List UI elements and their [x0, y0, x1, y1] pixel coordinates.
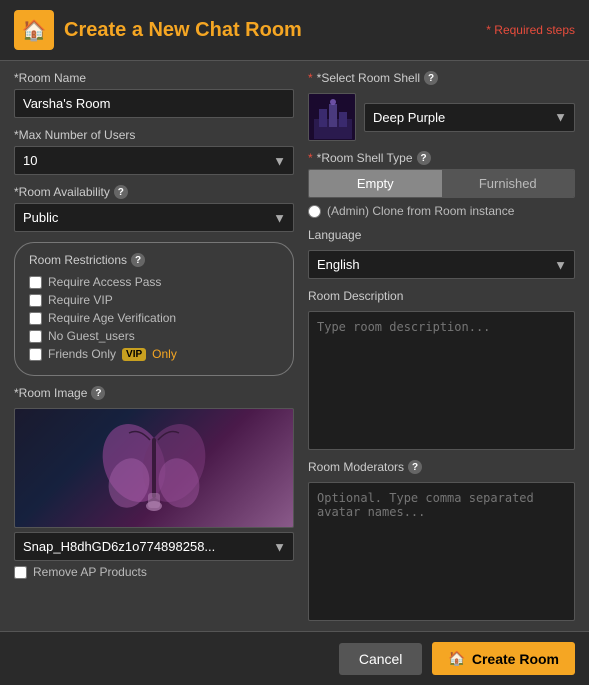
dialog-title: Create a New Chat Room — [64, 19, 302, 42]
shell-select-wrapper: Deep Purple ▼ — [364, 103, 575, 132]
room-moderators-section: Room Moderators ? — [308, 460, 575, 621]
restriction-friends-only-checkbox[interactable] — [29, 348, 42, 361]
select-room-shell-section: **Select Room Shell ? — [308, 71, 575, 141]
restriction-access-pass-checkbox[interactable] — [29, 276, 42, 289]
room-availability-select[interactable]: Public Private Friends Only — [14, 203, 294, 232]
required-note: * Required steps — [486, 23, 575, 37]
left-column: *Room Name *Max Number of Users 10 5 15 … — [14, 71, 294, 621]
dialog-body: *Room Name *Max Number of Users 10 5 15 … — [0, 61, 589, 631]
restriction-friends-only-label: Friends Only — [48, 347, 116, 361]
room-shell-type-section: **Room Shell Type ? Empty Furnished (Adm… — [308, 151, 575, 218]
butterfly-decoration — [94, 418, 214, 518]
restriction-access-pass-row: Require Access Pass — [29, 275, 279, 289]
restriction-vip-checkbox[interactable] — [29, 294, 42, 307]
vip-badge: VIP — [122, 348, 146, 361]
language-select[interactable]: English — [308, 250, 575, 279]
language-label: Language — [308, 228, 575, 242]
cancel-button[interactable]: Cancel — [339, 643, 423, 675]
room-availability-field: *Room Availability ? Public Private Frie… — [14, 185, 294, 232]
room-moderators-help-icon[interactable]: ? — [408, 460, 422, 474]
max-users-label: *Max Number of Users — [14, 128, 294, 142]
shell-type-empty-btn[interactable]: Empty — [309, 170, 442, 197]
room-image-label: *Room Image ? — [14, 386, 294, 400]
shell-select-row: Deep Purple ▼ — [308, 93, 575, 141]
room-image-section: *Room Image ? — [14, 386, 294, 621]
room-image-preview — [14, 408, 294, 528]
room-availability-label: *Room Availability ? — [14, 185, 294, 199]
room-description-section: Room Description — [308, 289, 575, 450]
room-availability-help-icon[interactable]: ? — [114, 185, 128, 199]
remove-ap-label: Remove AP Products — [33, 565, 147, 579]
create-room-button[interactable]: 🏠 Create Room — [432, 642, 575, 675]
dialog-header: 🏠 Create a New Chat Room * Required step… — [0, 0, 589, 61]
language-select-wrapper: English ▼ — [308, 250, 575, 279]
restriction-vip-row: Require VIP — [29, 293, 279, 307]
room-name-input[interactable] — [14, 89, 294, 118]
restriction-friends-only-row: Friends Only VIP Only — [29, 347, 279, 361]
room-moderators-textarea[interactable] — [308, 482, 575, 621]
restriction-age-checkbox[interactable] — [29, 312, 42, 325]
restriction-no-guest-row: No Guest_users — [29, 329, 279, 343]
max-users-select[interactable]: 10 5 15 20 25 50 — [14, 146, 294, 175]
room-description-textarea[interactable] — [308, 311, 575, 450]
create-room-dialog: 🏠 Create a New Chat Room * Required step… — [0, 0, 589, 685]
create-room-label: Create Room — [472, 651, 559, 667]
create-room-icon: 🏠 — [448, 650, 465, 667]
room-restrictions-box: Room Restrictions ? Require Access Pass … — [14, 242, 294, 376]
restriction-access-pass-label: Require Access Pass — [48, 275, 161, 289]
restrictions-help-icon[interactable]: ? — [131, 253, 145, 267]
restrictions-title: Room Restrictions ? — [29, 253, 279, 267]
restriction-no-guest-label: No Guest_users — [48, 329, 135, 343]
room-availability-select-wrapper: Public Private Friends Only ▼ — [14, 203, 294, 232]
room-description-label: Room Description — [308, 289, 575, 303]
house-icon: 🏠 — [14, 10, 54, 50]
restriction-age-label: Require Age Verification — [48, 311, 176, 325]
clone-row: (Admin) Clone from Room instance — [308, 204, 575, 218]
restriction-age-row: Require Age Verification — [29, 311, 279, 325]
clone-radio[interactable] — [308, 205, 321, 218]
right-column: **Select Room Shell ? — [308, 71, 575, 621]
shell-thumbnail-svg — [309, 94, 356, 141]
room-image-help-icon[interactable]: ? — [91, 386, 105, 400]
select-room-shell-label: **Select Room Shell ? — [308, 71, 575, 85]
shell-select[interactable]: Deep Purple — [364, 103, 575, 132]
room-shell-type-help-icon[interactable]: ? — [417, 151, 431, 165]
shell-type-toggle: Empty Furnished — [308, 169, 575, 198]
room-name-label: *Room Name — [14, 71, 294, 85]
room-image-file-select-wrapper: Snap_H8dhGD6z1o774898258... ▼ — [14, 532, 294, 561]
room-shell-type-label: **Room Shell Type ? — [308, 151, 575, 165]
select-room-shell-help-icon[interactable]: ? — [424, 71, 438, 85]
room-image-file-wrapper: Snap_H8dhGD6z1o774898258... ▼ — [14, 532, 294, 561]
shell-type-furnished-btn[interactable]: Furnished — [442, 170, 575, 197]
room-image-file-select[interactable]: Snap_H8dhGD6z1o774898258... — [14, 532, 294, 561]
remove-ap-row: Remove AP Products — [14, 565, 294, 579]
max-users-select-wrapper: 10 5 15 20 25 50 ▼ — [14, 146, 294, 175]
language-section: Language English ▼ — [308, 228, 575, 279]
shell-thumbnail — [308, 93, 356, 141]
clone-label: (Admin) Clone from Room instance — [327, 204, 514, 218]
restriction-no-guest-checkbox[interactable] — [29, 330, 42, 343]
room-moderators-label: Room Moderators ? — [308, 460, 575, 474]
remove-ap-checkbox[interactable] — [14, 566, 27, 579]
only-label: Only — [152, 347, 177, 361]
room-name-field: *Room Name — [14, 71, 294, 118]
dialog-footer: Cancel 🏠 Create Room — [0, 631, 589, 685]
restriction-vip-label: Require VIP — [48, 293, 113, 307]
header-left: 🏠 Create a New Chat Room — [14, 10, 302, 50]
max-users-field: *Max Number of Users 10 5 15 20 25 50 ▼ — [14, 128, 294, 175]
